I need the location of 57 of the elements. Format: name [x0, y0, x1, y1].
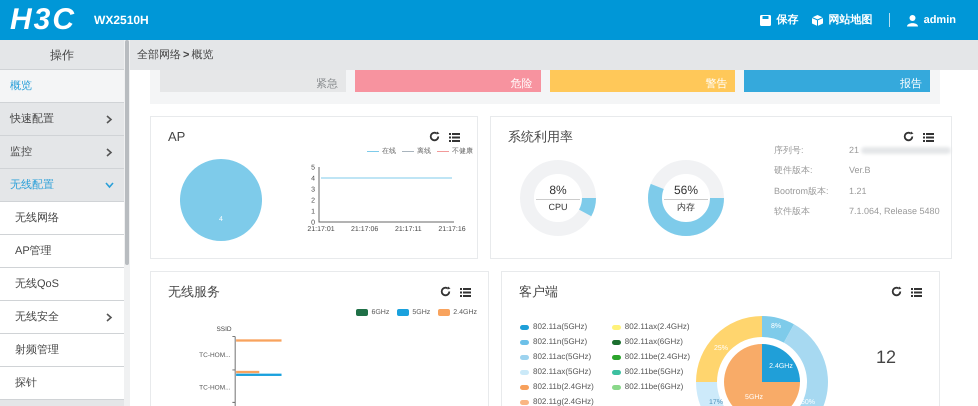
client-count: 12 [876, 346, 896, 368]
list-icon[interactable] [911, 286, 922, 297]
info-value: 1.21 [849, 184, 867, 198]
gauge-label: 内存 [677, 202, 695, 212]
breadcrumb-link[interactable]: 概览 [191, 46, 214, 64]
refresh-icon[interactable] [903, 131, 914, 142]
panel-title: AP [168, 128, 186, 146]
sidebar-subitem[interactable]: 无线安全 [0, 301, 124, 334]
legend-item: 802.11ax(5GHz) [520, 366, 594, 378]
panel-title: 系统利用率 [508, 128, 573, 146]
panel-title: 无线服务 [168, 283, 220, 301]
chevron-right-icon [105, 312, 114, 322]
sidebar-subitem[interactable]: 无线QoS [0, 268, 124, 301]
user-icon [906, 14, 919, 26]
sidebar-subitem[interactable]: 射频管理 [0, 334, 124, 367]
chevron-right-icon [105, 114, 114, 124]
bar [236, 339, 282, 342]
sidebar-subitem[interactable]: AP管理 [0, 235, 124, 268]
gauge-value: 56% [674, 184, 698, 196]
info-value: Ver.B [849, 164, 871, 177]
info-value: 7.1.064, Release 5480 [849, 205, 940, 218]
list-icon[interactable] [460, 286, 471, 297]
scrollbar[interactable] [124, 40, 130, 406]
cube-icon [810, 14, 824, 26]
legend-item: 802.11ac(5GHz) [520, 352, 594, 362]
legend-item: 802.11n(5GHz) [520, 336, 594, 348]
breadcrumb-separator: > [183, 48, 190, 63]
refresh-icon[interactable] [891, 286, 902, 298]
info-label: 序列号: [774, 144, 805, 156]
refresh-icon[interactable] [429, 131, 440, 142]
info-label: 硬件版本: [774, 164, 814, 177]
save-icon [758, 14, 772, 26]
info-value: 21 [849, 144, 952, 157]
legend-item: 802.11a(5GHz) [520, 322, 594, 332]
legend-item: 802.11be(6GHz) [612, 382, 690, 392]
list-icon[interactable] [923, 132, 934, 142]
list-icon[interactable] [449, 132, 460, 142]
device-model: WX2510H [94, 12, 149, 29]
info-label: Bootrom版本: [774, 184, 830, 198]
gauge-value: 8% [549, 184, 567, 196]
logo: H3C [10, 5, 76, 35]
breadcrumb-link[interactable]: 全部网络 [137, 46, 181, 64]
legend-item: 802.11b(2.4GHz) [520, 382, 594, 392]
sidebar-subitem[interactable]: 探针 [0, 367, 124, 400]
legend-item: 802.11ax(2.4GHz) [612, 322, 690, 332]
legend-item: 802.11ax(6GHz) [612, 336, 690, 348]
panel-title: 客户端 [519, 283, 558, 301]
sidebar-subitem[interactable]: 无线网络 [0, 202, 124, 235]
chevron-right-icon [105, 148, 114, 156]
gauge-label: CPU [548, 202, 568, 212]
legend-item: 802.11be(2.4GHz) [612, 352, 690, 362]
refresh-icon[interactable] [440, 286, 451, 298]
chevron-down-icon [105, 180, 114, 190]
legend-item: 802.11be(5GHz) [612, 366, 690, 378]
info-label: 软件版本 [774, 205, 811, 218]
chart-axis [232, 336, 236, 406]
legend-item: 802.11g(2.4GHz) [520, 396, 594, 406]
